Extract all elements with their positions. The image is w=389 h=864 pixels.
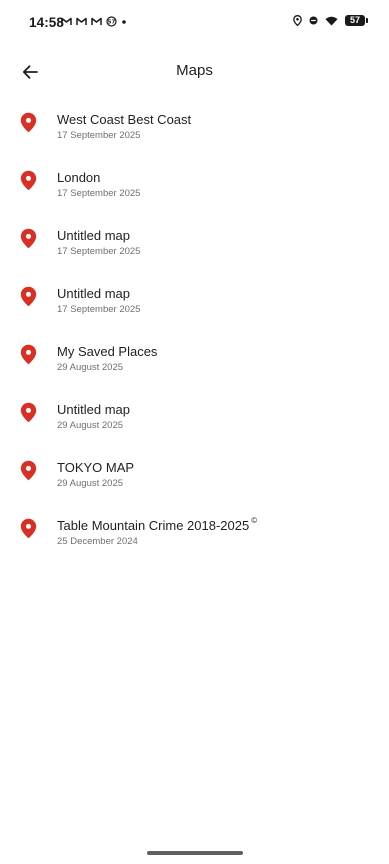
map-list-item[interactable]: TOKYO MAP 29 August 2025 [0,452,389,510]
page-title: Maps [176,62,213,79]
battery-icon: 57 [345,15,368,26]
do-not-disturb-icon [309,16,318,25]
map-title: West Coast Best Coast [57,112,192,127]
map-title: My Saved Places [57,344,158,359]
map-list-item[interactable]: London 17 September 2025 [0,162,389,220]
system-status-icons: 57 [293,15,368,26]
map-list-item[interactable]: Untitled map 17 September 2025 [0,278,389,336]
gmail-icon [61,17,72,25]
map-date: 17 September 2025 [57,304,141,315]
map-date: 29 August 2025 [57,420,124,431]
map-list-item[interactable]: My Saved Places 29 August 2025 [0,336,389,394]
status-time: 14:58 [29,15,65,30]
map-title-text: Table Mountain Crime 2018-2025 [57,518,250,533]
map-title: Untitled map [57,286,130,301]
map-pin-icon [20,460,37,481]
map-date: 29 August 2025 [57,362,124,373]
wifi-icon [325,16,338,25]
home-gesture-bar[interactable] [146,851,243,855]
map-list-item[interactable]: Untitled map 29 August 2025 [0,394,389,452]
map-pin-icon [20,228,37,249]
map-list-item[interactable]: Table Mountain Crime 2018-2025 © 25 Decem… [0,510,389,568]
map-date: 25 December 2024 [57,536,138,547]
map-pin-icon [20,112,37,133]
app-bar: Maps [0,52,389,92]
map-pin-icon [20,518,37,539]
map-title: Untitled map [57,228,130,243]
gmail-icon [76,17,87,25]
map-pin-icon [20,344,37,365]
more-notifications-dot-icon [122,19,126,24]
status-bar: 14:58 57 57 [0,0,389,46]
notification-icons: 57 [61,16,127,27]
map-date: 17 September 2025 [57,130,141,141]
map-date: 29 August 2025 [57,478,124,489]
saved-maps-list: West Coast Best Coast 17 September 2025 … [0,104,389,568]
map-title: TOKYO MAP [57,460,135,475]
map-date: 17 September 2025 [57,188,141,199]
map-list-item[interactable]: Untitled map 17 September 2025 [0,220,389,278]
map-date: 17 September 2025 [57,246,141,257]
data-saver-icon: 57 [106,16,117,27]
map-pin-icon [20,170,37,191]
map-title: London [57,170,101,185]
map-pin-icon [20,402,37,423]
map-list-item[interactable]: West Coast Best Coast 17 September 2025 [0,104,389,162]
location-icon [293,15,302,26]
map-pin-icon [20,286,37,307]
svg-text:57: 57 [108,20,116,26]
copyright-mark: © [251,516,258,525]
map-title: Untitled map [57,402,130,417]
map-title: Table Mountain Crime 2018-2025 © [57,516,258,533]
gmail-icon [91,17,102,25]
